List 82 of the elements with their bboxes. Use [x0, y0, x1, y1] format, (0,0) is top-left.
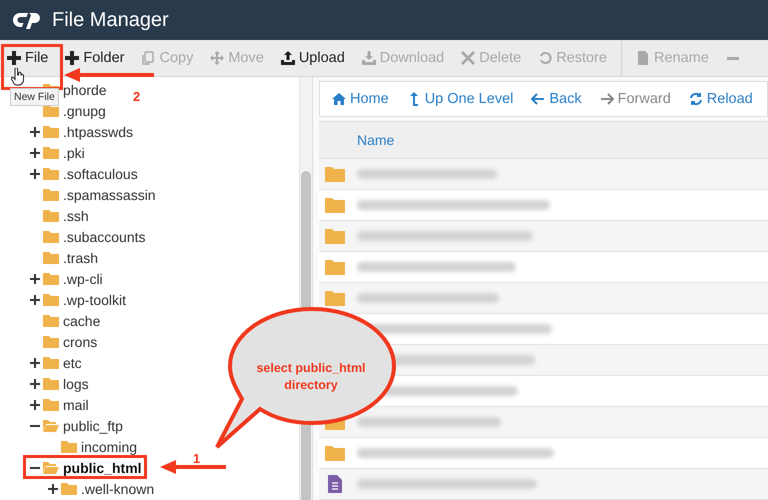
tree-item[interactable]: .gnupg [63, 102, 106, 118]
folder-icon [325, 166, 345, 182]
column-header[interactable]: Name [357, 132, 394, 148]
plus-icon[interactable] [30, 358, 40, 368]
download-icon [362, 51, 376, 65]
plus-icon[interactable] [30, 400, 40, 410]
open-folder-icon [43, 419, 59, 432]
balloon-text: select public_html directory [255, 360, 367, 394]
tree-item[interactable]: .subaccounts [63, 228, 146, 244]
folder-icon [43, 251, 59, 264]
tooltip: New File [10, 88, 59, 106]
upload-icon [280, 51, 295, 65]
plus-icon[interactable] [30, 274, 40, 284]
tree-item[interactable]: crons [63, 334, 98, 350]
close-icon [461, 51, 476, 65]
tree-item[interactable]: etc [63, 354, 82, 370]
folder-icon [43, 104, 59, 117]
tree-item[interactable]: cache [63, 312, 100, 328]
folder-icon [43, 125, 59, 138]
folder-icon [325, 228, 345, 244]
folder-icon [43, 293, 59, 306]
tree-item[interactable]: phorde [63, 82, 107, 98]
folder-icon [43, 146, 59, 159]
document-icon [325, 475, 345, 493]
plus-icon[interactable] [30, 168, 40, 178]
tree-item[interactable]: mail [63, 396, 89, 412]
nav-button[interactable]: Up One Level [404, 89, 516, 109]
tree-item[interactable]: .wp-toolkit [63, 292, 126, 308]
tree-item[interactable]: incoming [81, 438, 138, 454]
folder-icon [43, 167, 59, 180]
tree-item[interactable]: public_html [63, 460, 142, 476]
copy-icon [141, 51, 156, 65]
tree-item[interactable]: .pki [63, 144, 85, 160]
open-folder-icon [43, 461, 59, 474]
toolbar-button[interactable]: Folder [62, 46, 128, 70]
tree-item[interactable]: .trash [63, 250, 98, 266]
tree-item[interactable]: public_ftp [63, 418, 123, 434]
folder-icon [43, 398, 59, 411]
cpanel-logo-icon [12, 10, 42, 30]
tree-item[interactable]: .well-known [81, 480, 154, 496]
toolbar-button[interactable]: Upload [278, 46, 348, 70]
plus-icon[interactable] [30, 126, 40, 136]
tree-item[interactable]: logs [63, 376, 89, 392]
plus-icon[interactable] [48, 484, 58, 494]
left-arrow-icon [531, 92, 546, 106]
tree-item[interactable]: .wp-cli [63, 270, 103, 286]
folder-icon [43, 335, 59, 348]
folder-icon [325, 197, 345, 213]
reload-icon [688, 92, 703, 106]
tree-item[interactable]: .softaculous [63, 166, 138, 182]
plus-icon[interactable] [30, 148, 40, 158]
folder-icon [43, 188, 59, 201]
document-icon [636, 51, 650, 65]
window-title: File Manager [52, 8, 169, 32]
nav-button[interactable]: Reload [686, 89, 755, 109]
folder-icon [61, 482, 77, 495]
folder-icon [325, 445, 345, 461]
plus-icon [7, 51, 21, 65]
nav-button[interactable]: Forward [598, 89, 673, 109]
folder-icon [325, 259, 345, 275]
folder-icon [43, 356, 59, 369]
folder-icon [43, 272, 59, 285]
home-icon [332, 92, 346, 106]
hand-cursor-icon [11, 68, 25, 86]
tree-item[interactable]: .htpasswds [63, 124, 134, 140]
step-number: 2 [133, 89, 140, 104]
tree-item[interactable]: .ssh [63, 208, 89, 224]
nav-button[interactable]: Home [330, 89, 391, 109]
step-number: 1 [193, 451, 200, 466]
nav-button[interactable]: Back [529, 89, 584, 109]
folder-icon [43, 230, 59, 243]
plus-icon [65, 51, 80, 65]
folder-icon [43, 209, 59, 222]
move-icon [210, 51, 224, 65]
folder-icon [61, 440, 77, 453]
plus-icon[interactable] [30, 378, 40, 388]
tree-item[interactable]: .spamassassin [63, 186, 156, 202]
plus-icon[interactable] [30, 294, 40, 304]
right-arrow-icon [600, 92, 614, 106]
folder-icon [43, 314, 59, 327]
folder-icon [43, 377, 59, 390]
undo-icon [538, 51, 552, 65]
